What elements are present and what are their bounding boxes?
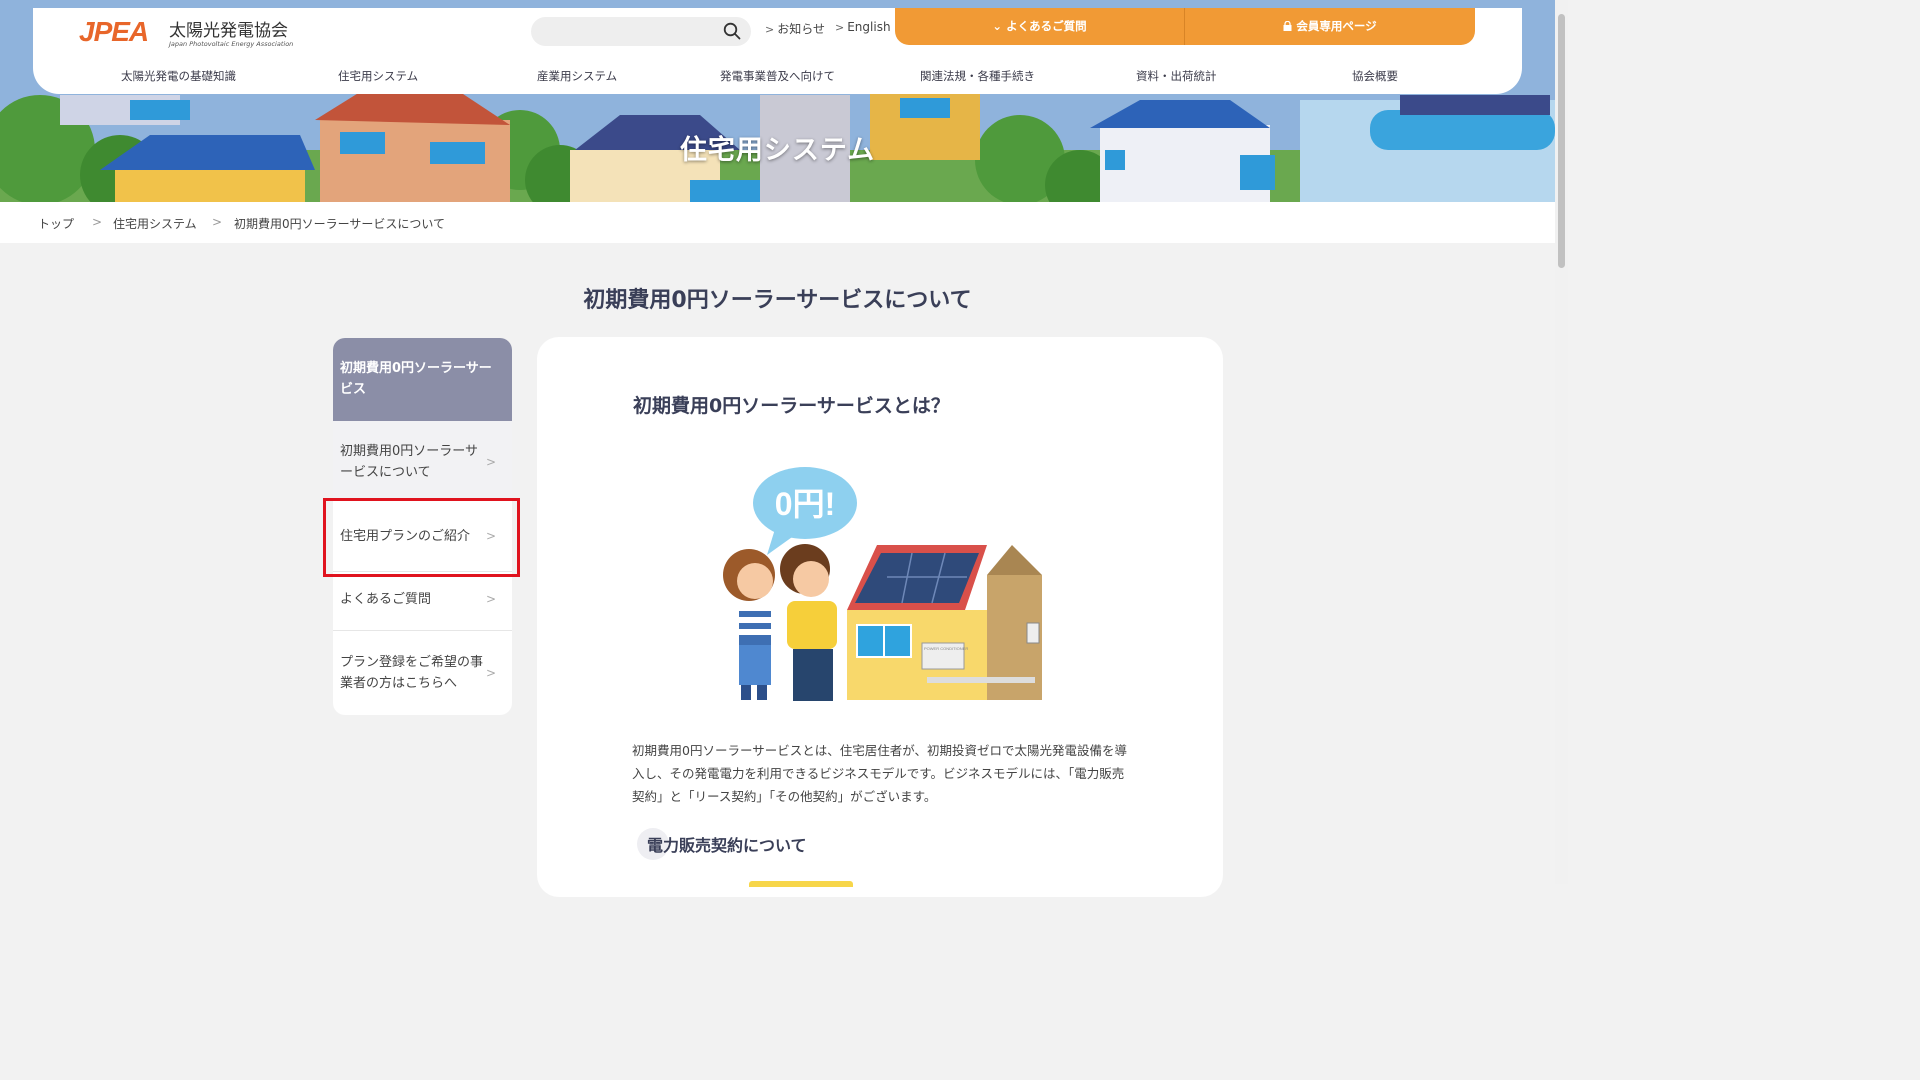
news-link[interactable]: > お知らせ (765, 20, 825, 37)
sidebar-heading: 初期費用0円ソーラーサービス (333, 338, 512, 421)
lock-icon (1283, 19, 1296, 33)
english-link-label: English (847, 20, 891, 34)
news-link-label: お知らせ (777, 22, 825, 36)
solar-house-illustration: 0円! POWER CONDITIONER (723, 467, 1042, 701)
gnav-residential[interactable]: 住宅用システム (338, 68, 418, 84)
scrollbar-thumb[interactable] (1558, 14, 1565, 268)
logo-name-en: Japan Photovoltaic Energy Association (169, 40, 294, 48)
sidebar-item-label: プラン登録をご希望の事業者の方はこちらへ (340, 655, 484, 691)
chevron-right-icon: > (485, 455, 496, 469)
breadcrumb: トップ > 住宅用システム > 初期費用0円ソーラーサービスについて (0, 202, 1555, 243)
english-link[interactable]: > English (835, 20, 891, 34)
logo-mark: JPEA (79, 16, 149, 47)
site-logo[interactable]: JPEA 太陽光発電協会 Japan Photovoltaic Energy A… (79, 16, 299, 56)
site-header: JPEA 太陽光発電協会 Japan Photovoltaic Energy A… (33, 8, 1522, 94)
chevron-right-icon: > (485, 666, 496, 680)
gnav-basics[interactable]: 太陽光発電の基礎知識 (121, 68, 236, 84)
breadcrumb-residential[interactable]: 住宅用システム (113, 215, 197, 232)
members-button-label: 会員専用ページ (1296, 19, 1377, 33)
faq-button-label: よくあるご質問 (1006, 19, 1087, 33)
chevron-right-icon: > (212, 215, 223, 229)
chevron-right-icon: > (92, 215, 103, 229)
chevron-right-icon: > (765, 23, 775, 36)
tab-indicator (749, 881, 853, 887)
gnav-business-promotion[interactable]: 発電事業普及へ向けて (720, 68, 835, 84)
gnav-about[interactable]: 協会概要 (1352, 68, 1398, 84)
page-title: 初期費用0円ソーラーサービスについて (583, 288, 972, 313)
utility-buttons: ⌄ よくあるご質問 会員専用ページ (895, 8, 1475, 45)
sidebar-item-label: 初期費用0円ソーラーサービスについて (340, 444, 479, 480)
gnav-industrial[interactable]: 産業用システム (537, 68, 617, 84)
sidebar-item-faq[interactable]: よくあるご質問 > (333, 572, 512, 631)
chevron-right-icon: > (835, 21, 845, 34)
logo-name-jp: 太陽光発電協会 (169, 21, 288, 41)
search-box[interactable] (531, 17, 751, 46)
conditioner-label: POWER CONDITIONER (924, 646, 968, 651)
sidebar-item-about[interactable]: 初期費用0円ソーラーサービスについて > (333, 421, 512, 501)
gnav-statistics[interactable]: 資料・出荷統計 (1136, 68, 1217, 84)
bubble-text: 0円! (775, 486, 835, 522)
breadcrumb-current: 初期費用0円ソーラーサービスについて (234, 217, 446, 231)
section-heading: 初期費用0円ソーラーサービスとは？ (633, 395, 950, 417)
chevron-right-icon: > (485, 592, 496, 606)
members-button[interactable]: 会員専用ページ (1185, 8, 1475, 45)
intro-paragraph: 初期費用0円ソーラーサービスとは、住宅居住者が、初期投資ゼロで太陽光発電設備を導… (632, 743, 1127, 804)
faq-button[interactable]: ⌄ よくあるご質問 (895, 8, 1184, 45)
search-icon[interactable] (723, 22, 741, 44)
main-content: 初期費用0円ソーラーサービスとは？ 0円! POWER CONDITIONER … (537, 337, 1223, 897)
breadcrumb-top[interactable]: トップ (38, 215, 74, 232)
subheading-power-sales: 電力販売契約について (647, 836, 807, 855)
sidebar-item-label: よくあるご質問 (340, 592, 432, 607)
hero-title: 住宅用システム (679, 135, 876, 166)
gnav-regulations[interactable]: 関連法規・各種手続き (920, 68, 1035, 84)
sidebar-item-registration[interactable]: プラン登録をご希望の事業者の方はこちらへ > (333, 631, 512, 715)
page-scrollbar[interactable] (1555, 0, 1568, 884)
chevron-down-icon: ⌄ (992, 19, 1003, 33)
selection-highlight (323, 498, 520, 577)
